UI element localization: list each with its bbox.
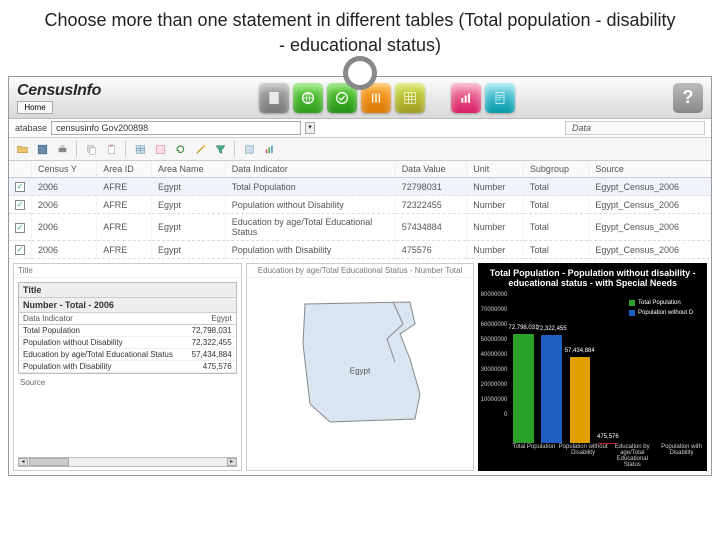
chart-title: Total Population - Population without di… [479,264,706,290]
copy-icon [85,143,98,156]
barchart-icon [263,143,276,156]
row-checkbox[interactable]: ✓ [15,223,25,233]
pivot-icon [154,143,167,156]
globe-icon [300,90,316,106]
col-subgroup[interactable]: Subgroup [523,161,589,178]
legend-item: Population without D [629,310,703,316]
ptable-header-right: Egypt [211,314,231,323]
filter-button[interactable] [211,140,229,158]
scroll-thumb[interactable] [29,458,69,466]
legend-item: Total Population [629,300,703,306]
funnel-icon [214,143,227,156]
panel-table-row: Population with Disability475,576 [19,361,236,373]
chart-plot-area: 8000000070000000600000005000000040000000… [479,290,626,443]
folder-icon [16,143,29,156]
panel-table-source: Source [14,378,241,387]
chart-x-axis: Total PopulationPopulation without Disab… [479,443,706,470]
nav-page-button[interactable] [485,83,515,113]
print-icon [56,143,69,156]
home-button[interactable]: Home [17,101,53,114]
pivot-button[interactable] [151,140,169,158]
check-icon [334,90,350,106]
print-button[interactable] [53,140,71,158]
data-table: Census Y Area ID Area Name Data Indicato… [9,161,711,259]
col-area-id[interactable]: Area ID [97,161,152,178]
panel-table-subtitle: Number - Total - 2006 [19,298,236,313]
scroll-right-button[interactable]: ▸ [227,458,237,466]
main-nav-cubes [259,83,515,113]
nav-doc-button[interactable] [259,83,289,113]
data-panel-label: Data [565,121,705,135]
disk-icon [36,143,49,156]
col-year[interactable]: Census Y [32,161,97,178]
database-dropdown-button[interactable]: ▾ [305,122,315,134]
save-button[interactable] [33,140,51,158]
reload-button[interactable] [171,140,189,158]
row-checkbox[interactable]: ✓ [15,182,25,192]
grid-icon [402,90,418,106]
map-country-label: Egypt [350,367,370,376]
nav-chart-button[interactable] [451,83,481,113]
table-row[interactable]: ✓2006AFREEgyptPopulation with Disability… [9,241,711,259]
help-button[interactable]: ? [673,83,703,113]
copy-button[interactable] [82,140,100,158]
slide-title: Choose more than one statement in differ… [0,0,720,62]
chart-tool-button[interactable] [260,140,278,158]
table-view-button[interactable] [131,140,149,158]
table-row[interactable]: ✓2006AFREEgyptEducation by age/Total Edu… [9,214,711,241]
panel-table-scrollbar[interactable]: ◂ ▸ [18,457,237,467]
col-value[interactable]: Data Value [395,161,467,178]
nav-globe-button[interactable] [293,83,323,113]
paste-button[interactable] [102,140,120,158]
col-indicator[interactable]: Data Indicator [225,161,395,178]
doc-icon [266,90,282,106]
map-icon [243,143,256,156]
open-button[interactable] [13,140,31,158]
database-field[interactable]: censusinfo Gov200898 [51,121,301,135]
table-header-row: Census Y Area ID Area Name Data Indicato… [9,161,711,178]
table-row[interactable]: ✓2006AFREEgyptPopulation without Disabil… [9,196,711,214]
map-tool-button[interactable] [240,140,258,158]
chart-icon [458,90,474,106]
reload-icon [174,143,187,156]
table-icon [134,143,147,156]
row-checkbox[interactable]: ✓ [15,245,25,255]
panel-table-row: Education by age/Total Educational Statu… [19,349,236,361]
col-check[interactable] [9,161,32,178]
panel-table-row: Total Population72,798,031 [19,325,236,337]
page-icon [492,90,508,106]
chart-bar[interactable]: 57,434,884 [570,357,590,443]
chart-bar[interactable]: 475,576 [598,443,618,444]
panel-table: Title Title Number - Total - 2006 Data I… [13,263,242,471]
chart-legend: Total Population Population without D [626,290,706,443]
panel-table-tab[interactable]: Title [14,264,241,278]
ptable-header-left: Data Indicator [23,314,73,323]
clipboard-icon [105,143,118,156]
map-caption: Education by age/Total Educational Statu… [247,264,474,278]
app-window: CensusInfo Home ? atabase censusinfo Gov… [8,76,712,476]
panel-table-row: Population without Disability72,322,455 [19,337,236,349]
scroll-left-button[interactable]: ◂ [18,458,28,466]
panel-table-title: Title [19,283,236,298]
col-unit[interactable]: Unit [467,161,524,178]
wizard-button[interactable] [191,140,209,158]
chart-bar[interactable]: 72,322,455 [541,335,561,443]
panel-chart: Total Population - Population without di… [478,263,707,471]
app-logo: CensusInfo [17,82,101,100]
database-label: atabase [15,123,47,133]
col-source[interactable]: Source [589,161,711,178]
nav-grid-button[interactable] [395,83,425,113]
sliders-icon [368,90,384,106]
row-checkbox[interactable]: ✓ [15,200,25,210]
panel-map: Education by age/Total Educational Statu… [246,263,475,471]
toolbar [9,138,711,161]
wand-icon [194,143,207,156]
database-row: atabase censusinfo Gov200898 ▾ Data [9,119,711,138]
col-area-name[interactable]: Area Name [152,161,226,178]
table-row[interactable]: ✓2006AFREEgyptTotal Population72798031Nu… [9,178,711,196]
egypt-map-icon[interactable] [275,284,445,434]
chart-bar[interactable]: 72,798,031 [513,334,533,443]
preview-panels: Title Title Number - Total - 2006 Data I… [9,259,711,475]
